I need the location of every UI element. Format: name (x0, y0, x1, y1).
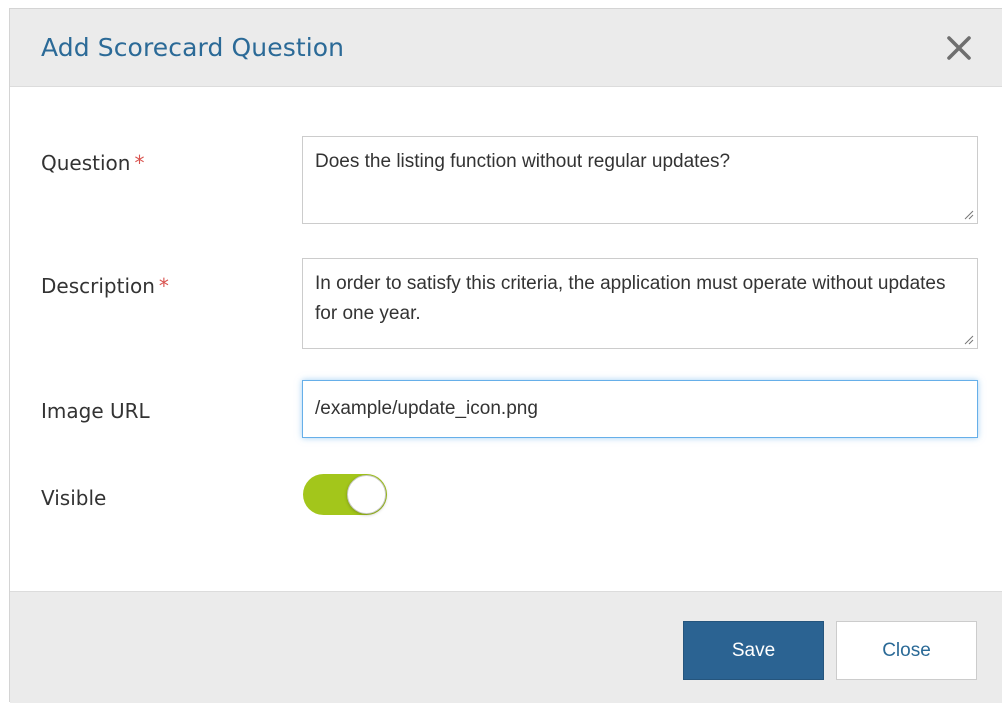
description-label: Description * (41, 274, 169, 298)
question-textarea[interactable]: Does the listing function without regula… (302, 136, 978, 224)
save-button[interactable]: Save (683, 621, 824, 680)
toggle-knob (347, 475, 386, 514)
visible-label: Visible (41, 486, 106, 510)
dialog-header: Add Scorecard Question (10, 9, 1002, 87)
image-url-input[interactable] (302, 380, 978, 438)
add-scorecard-question-dialog: Add Scorecard Question Question * Does th… (9, 8, 1002, 703)
dialog-title: Add Scorecard Question (41, 33, 345, 62)
required-asterisk: * (158, 274, 169, 298)
image-url-label-text: Image URL (41, 399, 150, 423)
description-label-text: Description (41, 274, 155, 298)
dialog-footer: Save Close (10, 591, 1002, 703)
visible-toggle[interactable] (303, 474, 387, 515)
close-icon[interactable] (944, 33, 974, 63)
question-label-text: Question (41, 151, 131, 175)
question-label: Question * (41, 151, 144, 175)
required-asterisk: * (134, 151, 145, 175)
image-url-label: Image URL (41, 399, 150, 423)
close-button[interactable]: Close (836, 621, 977, 680)
visible-label-text: Visible (41, 486, 107, 510)
description-textarea[interactable]: In order to satisfy this criteria, the a… (302, 258, 978, 349)
